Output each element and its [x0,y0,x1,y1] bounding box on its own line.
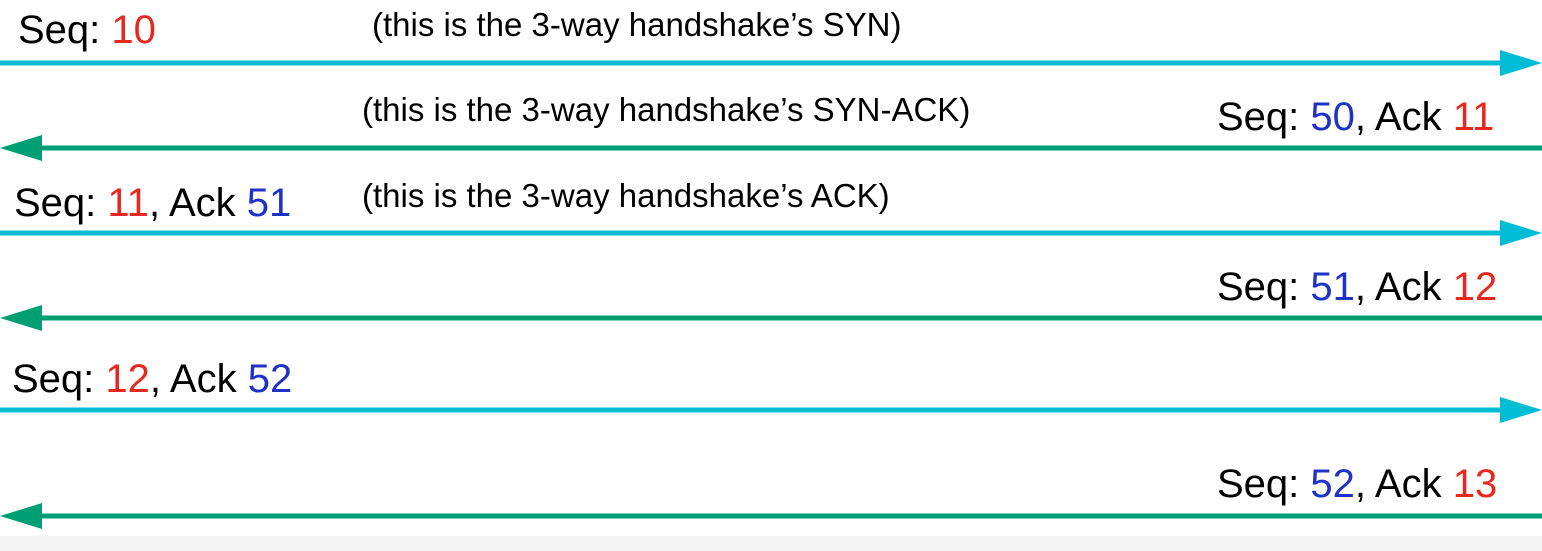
seq-prefix: Seq: [1217,265,1311,309]
message-arrow-6 [0,503,1542,529]
bottom-band [0,536,1542,551]
seq-number: 50 [1310,95,1355,139]
ack-number: 51 [246,181,292,225]
message-note-3: (this is the 3-way handshake’s ACK) [362,177,890,214]
seq-prefix: Seq: [18,8,112,52]
message-label-3: Seq: 11, Ack 51 [14,183,291,223]
message-label-6: Seq: 52, Ack 13 [1217,464,1497,504]
seq-number: 12 [105,357,150,401]
ack-number: 13 [1452,462,1498,506]
message-arrow-1 [0,50,1542,76]
ack-prefix: , Ack [1354,265,1453,309]
seq-prefix: Seq: [12,357,106,401]
seq-prefix: Seq: [1217,95,1311,139]
seq-number: 51 [1310,265,1355,309]
seq-prefix: Seq: [1217,462,1311,506]
tcp-sequence-diagram: Seq: 10 (this is the 3-way handshake’s S… [0,0,1542,551]
message-note-1: (this is the 3-way handshake’s SYN) [372,6,902,43]
message-label-1: Seq: 10 [18,10,156,50]
arrow-head-icon [1500,397,1542,423]
ack-prefix: , Ack [1354,462,1453,506]
arrow-head-icon [1500,220,1542,246]
message-note-2: (this is the 3-way handshake’s SYN-ACK) [362,91,971,128]
arrow-head-icon [0,135,42,161]
arrow-head-icon [0,305,42,331]
seq-number: 52 [1310,462,1355,506]
message-label-5: Seq: 12, Ack 52 [12,359,292,399]
ack-number: 11 [1452,95,1495,139]
ack-number: 12 [1452,265,1498,309]
seq-prefix: Seq: [14,181,108,225]
arrow-head-icon [0,503,42,529]
ack-prefix: , Ack [148,181,247,225]
message-label-2: Seq: 50, Ack 11 [1217,97,1494,137]
ack-prefix: , Ack [149,357,248,401]
arrow-head-icon [1500,50,1542,76]
seq-number: 11 [107,181,149,225]
ack-number: 52 [247,357,293,401]
message-label-4: Seq: 51, Ack 12 [1217,267,1497,307]
seq-number: 10 [111,8,156,52]
ack-prefix: , Ack [1354,95,1453,139]
